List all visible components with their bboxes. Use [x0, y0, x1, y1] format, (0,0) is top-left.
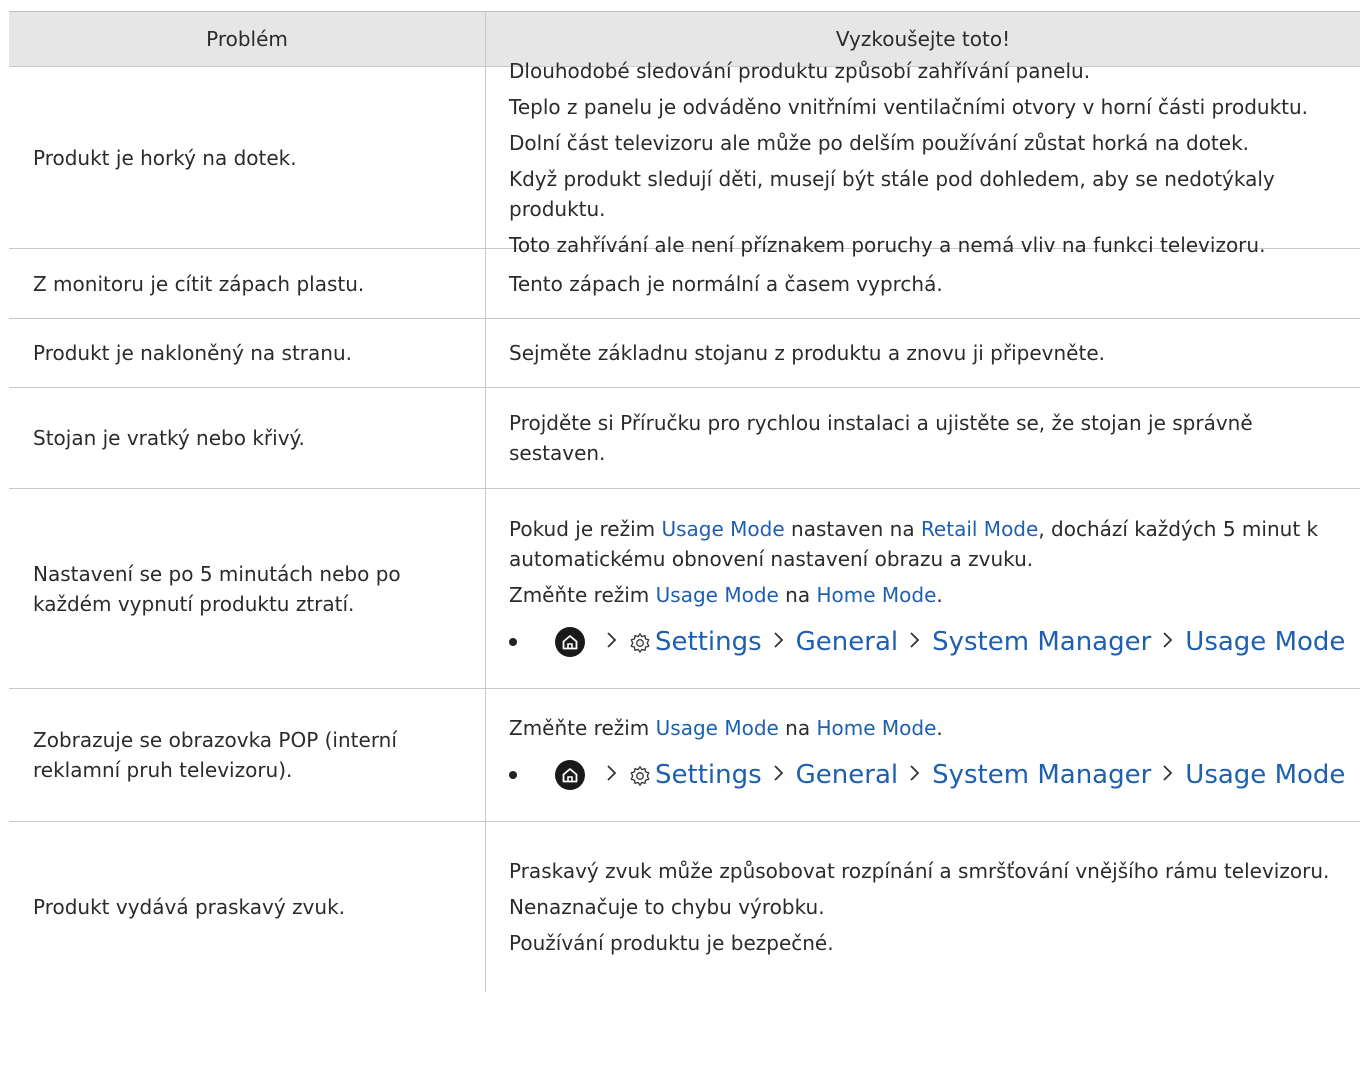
- solution-text: Používání produktu je bezpečné.: [509, 931, 834, 955]
- table-row: Produkt je horký na dotek. Dlouhodobé sl…: [9, 59, 1360, 257]
- solution-text: Nenaznačuje to chybu výrobku.: [509, 895, 825, 919]
- usage-mode-link[interactable]: Usage Mode: [661, 517, 784, 541]
- home-mode-link[interactable]: Home Mode: [816, 716, 936, 740]
- solution-cell: Dlouhodobé sledování produktu způsobí za…: [486, 59, 1360, 257]
- breadcrumb-settings[interactable]: Settings: [655, 760, 762, 790]
- menu-path: Settings General System Manager Usage Mo…: [509, 753, 1354, 797]
- chevron-right-icon: [1162, 760, 1174, 790]
- home-mode-link[interactable]: Home Mode: [816, 583, 936, 607]
- breadcrumb-general[interactable]: General: [796, 760, 898, 790]
- solution-text: Změňte režim Usage Mode na Home Mode.: [509, 582, 943, 607]
- chevron-right-icon: [773, 760, 785, 790]
- home-icon[interactable]: [555, 760, 585, 790]
- breadcrumb-general[interactable]: General: [796, 627, 898, 657]
- problem-cell: Nastavení se po 5 minutách nebo po každé…: [9, 489, 486, 688]
- solution-text: Praskavý zvuk může způsobovat rozpínání …: [509, 859, 1330, 883]
- breadcrumb-system-manager[interactable]: System Manager: [932, 760, 1151, 790]
- chevron-right-icon: [606, 627, 618, 657]
- solution-text: Tento zápach je normální a časem vyprchá…: [509, 271, 943, 296]
- solution-cell: Projděte si Příručku pro rychlou instala…: [486, 388, 1360, 488]
- solution-text: Dlouhodobé sledování produktu způsobí za…: [509, 58, 1091, 83]
- solution-cell: Tento zápach je normální a časem vyprchá…: [486, 249, 1360, 318]
- problem-cell: Produkt je nakloněný na stranu.: [9, 319, 486, 387]
- retail-mode-link[interactable]: Retail Mode: [921, 517, 1038, 541]
- problem-cell: Zobrazuje se obrazovka POP (interní rekl…: [9, 689, 486, 821]
- bullet: [509, 771, 517, 779]
- problem-cell: Stojan je vratký nebo křivý.: [9, 388, 486, 488]
- solution-text: Změňte režim Usage Mode na Home Mode.: [509, 716, 943, 740]
- home-icon[interactable]: [555, 626, 585, 657]
- chevron-right-icon: [773, 627, 785, 657]
- chevron-right-icon: [1162, 627, 1174, 657]
- solution-text: Když produkt sledují děti, musejí být st…: [509, 166, 1275, 221]
- table-row: Nastavení se po 5 minutách nebo po každé…: [9, 489, 1360, 689]
- chevron-right-icon: [606, 760, 618, 790]
- solution-cell: Praskavý zvuk může způsobovat rozpínání …: [486, 822, 1360, 992]
- solution-text: Pokud je režim Usage Mode nastaven na Re…: [509, 516, 1319, 571]
- menu-path: Settings General System Manager Usage Mo…: [509, 620, 1354, 664]
- solution-cell: Změňte režim Usage Mode na Home Mode. Se…: [486, 689, 1360, 821]
- solution-text: Projděte si Příručku pro rychlou instala…: [509, 411, 1253, 465]
- breadcrumb-usage-mode[interactable]: Usage Mode: [1185, 627, 1345, 657]
- table-row: Stojan je vratký nebo křivý. Projděte si…: [9, 388, 1360, 489]
- breadcrumb-usage-mode[interactable]: Usage Mode: [1185, 760, 1345, 790]
- breadcrumb-settings[interactable]: Settings: [655, 627, 762, 657]
- table-row: Produkt je nakloněný na stranu. Sejměte …: [9, 319, 1360, 388]
- problem-cell: Z monitoru je cítit zápach plastu.: [9, 249, 486, 318]
- breadcrumb-system-manager[interactable]: System Manager: [932, 627, 1151, 657]
- solution-cell: Pokud je režim Usage Mode nastaven na Re…: [486, 489, 1360, 688]
- problem-cell: Produkt vydává praskavý zvuk.: [9, 822, 486, 992]
- table-row: Zobrazuje se obrazovka POP (interní rekl…: [9, 689, 1360, 822]
- table-row: Z monitoru je cítit zápach plastu. Tento…: [9, 249, 1360, 319]
- solution-text: Dolní část televizoru ale může po delším…: [509, 130, 1250, 155]
- chevron-right-icon: [909, 627, 921, 657]
- header-problem: Problém: [9, 12, 486, 66]
- bullet: [509, 637, 517, 646]
- table-row: Produkt vydává praskavý zvuk. Praskavý z…: [9, 822, 1360, 992]
- solution-text: Teplo z panelu je odváděno vnitřními ven…: [509, 94, 1309, 119]
- usage-mode-link[interactable]: Usage Mode: [656, 716, 779, 740]
- troubleshooting-table: Problém Vyzkoušejte toto! Produkt je hor…: [9, 11, 1360, 992]
- solution-cell: Sejměte základnu stojanu z produktu a zn…: [486, 319, 1360, 387]
- problem-cell: Produkt je horký na dotek.: [9, 67, 486, 248]
- gear-icon: [629, 764, 651, 786]
- usage-mode-link[interactable]: Usage Mode: [656, 583, 779, 607]
- gear-icon: [629, 631, 651, 653]
- chevron-right-icon: [909, 760, 921, 790]
- solution-text: Sejměte základnu stojanu z produktu a zn…: [509, 341, 1105, 365]
